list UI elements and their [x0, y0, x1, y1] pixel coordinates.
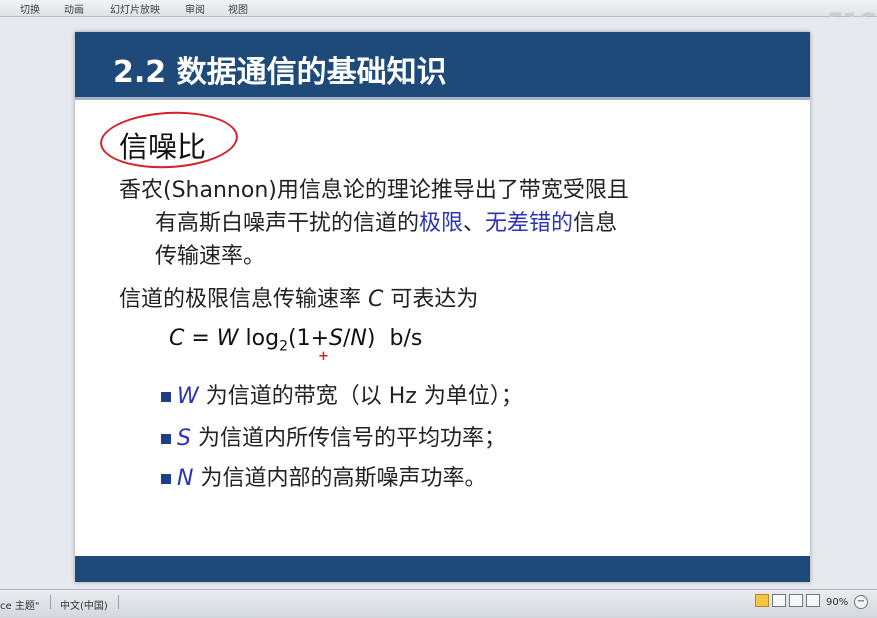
ribbon-tab-bar: 切换 动画 幻灯片放映 审阅 视图 [0, 0, 877, 17]
text-span: 信道的极限信息传输速率 [119, 287, 368, 312]
var-c: C [368, 287, 384, 312]
text-span: 、 [463, 211, 486, 236]
formula-n: N [350, 326, 367, 351]
bullet-var: N [177, 466, 194, 491]
formula-open: (1+ [288, 326, 330, 351]
theme-name[interactable]: ce 主题" [0, 597, 39, 612]
paragraph-capacity: 信道的极限信息传输速率 C 可表达为 [119, 283, 478, 316]
tab-animations[interactable]: 动画 [64, 1, 84, 16]
highlight-limit: 极限 [419, 211, 464, 236]
title-divider [75, 97, 810, 100]
bullet-text: 为信道的带宽（以 Hz 为单位）； [198, 384, 523, 409]
bottom-bar [75, 556, 810, 582]
tab-transitions[interactable]: 切换 [20, 1, 40, 16]
status-divider [118, 595, 119, 609]
formula-c: C [169, 326, 185, 351]
zoom-level[interactable]: 90% [826, 597, 848, 608]
bullet-square-icon [161, 474, 171, 484]
highlight-error-free: 无差错的 [485, 211, 574, 236]
status-bar: ce 主题" 中文(中国) 90% − [0, 589, 877, 618]
status-divider [50, 595, 51, 609]
bullet-square-icon [161, 434, 171, 444]
bullet-item: S 为信道内所传信号的平均功率； [161, 420, 506, 452]
bullet-var: W [177, 384, 199, 409]
formula-w: W [216, 326, 239, 351]
text-span: 有高斯白噪声干扰的信道的 [155, 211, 420, 236]
cursor-crosshair-icon: + [318, 349, 329, 364]
slide-heading: 信噪比 [119, 130, 207, 164]
formula-sub: 2 [279, 338, 289, 355]
formula-close: ) [366, 326, 376, 351]
bullet-var: S [177, 426, 191, 451]
reading-view-icon[interactable] [789, 594, 803, 607]
paragraph-line: 香农(Shannon)用信息论的理论推导出了带宽受限且 [119, 178, 629, 203]
bullet-text: 为信道内所传信号的平均功率； [190, 426, 506, 451]
slide[interactable]: 2.2 数据通信的基础知识 信噪比 香农(Shannon)用信息论的理论推导出了… [75, 32, 810, 582]
formula-eq: = [184, 326, 217, 351]
slideshow-icon[interactable] [806, 594, 820, 607]
text-span: 可表达为 [383, 287, 479, 312]
formula-log: log [238, 326, 280, 351]
slide-sorter-icon[interactable] [772, 594, 786, 607]
bullet-square-icon [161, 392, 171, 402]
tab-review[interactable]: 审阅 [185, 1, 205, 16]
bullet-text: 为信道内部的高斯噪声功率。 [193, 466, 487, 491]
slide-title: 2.2 数据通信的基础知识 [113, 55, 447, 90]
language-indicator[interactable]: 中文(中国) [60, 597, 108, 612]
formula-unit: b/s [389, 326, 423, 351]
normal-view-icon[interactable] [755, 594, 769, 607]
tab-slideshow[interactable]: 幻灯片放映 [110, 1, 160, 16]
paragraph-line: 有高斯白噪声干扰的信道的极限、无差错的信息 [119, 207, 629, 240]
paragraph-shannon: 香农(Shannon)用信息论的理论推导出了带宽受限且 有高斯白噪声干扰的信道的… [119, 174, 629, 273]
view-switcher [755, 594, 823, 610]
paragraph-line: 传输速率。 [155, 244, 266, 269]
bullet-item: W 为信道的带宽（以 Hz 为单位）； [161, 378, 523, 410]
zoom-out-icon[interactable]: − [854, 595, 868, 609]
bullet-item: N 为信道内部的高斯噪声功率。 [161, 460, 486, 492]
title-bar: 2.2 数据通信的基础知识 [75, 32, 810, 97]
formula-s: S [329, 326, 343, 351]
text-span: 信息 [573, 211, 618, 236]
tab-view[interactable]: 视图 [228, 1, 248, 16]
shannon-formula: C = W log2(1+S/N) b/s [169, 326, 422, 354]
